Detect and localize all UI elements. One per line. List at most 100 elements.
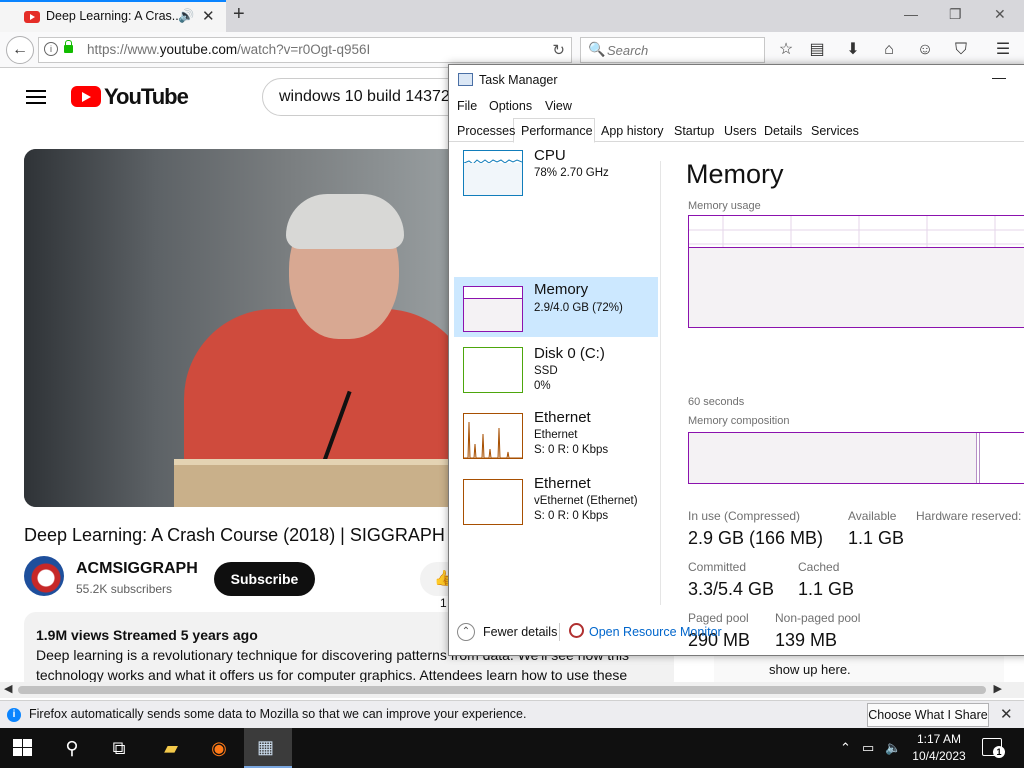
menu-options[interactable]: Options xyxy=(489,99,532,113)
hello-icon[interactable]: ☺ xyxy=(915,40,935,60)
video-frame-podium xyxy=(174,459,464,507)
cpu-mini-graph xyxy=(463,150,523,196)
scroll-right-icon[interactable]: ▶ xyxy=(994,682,1002,695)
resource-detail: 0% xyxy=(534,380,551,392)
menu-icon[interactable]: ☰ xyxy=(993,40,1013,60)
notification-bar: i Firefox automatically sends some data … xyxy=(0,700,1024,728)
bookmark-star-icon[interactable]: ☆ xyxy=(776,40,796,60)
tab-app-history[interactable]: App history xyxy=(601,124,664,138)
open-resource-monitor-link[interactable]: Open Resource Monitor xyxy=(589,625,722,639)
search-icon[interactable]: ⚲ xyxy=(59,736,85,760)
task-manager-window: Task Manager — File Options View Process… xyxy=(448,64,1024,656)
network-icon[interactable]: ▭ xyxy=(862,740,874,756)
guide-menu-icon[interactable] xyxy=(26,90,46,104)
youtube-logo-icon[interactable] xyxy=(71,86,101,107)
scrollbar-thumb[interactable] xyxy=(18,686,986,694)
resource-detail: SSD xyxy=(534,365,558,377)
url-text[interactable]: https://www.youtube.com/watch?v=r0Ogt-q9… xyxy=(87,42,370,57)
subscribe-button[interactable]: Subscribe xyxy=(214,562,315,596)
firefox-icon[interactable]: ◉ xyxy=(206,736,232,760)
browser-tab[interactable]: Deep Learning: A Cras... 🔊 ✕ xyxy=(0,0,226,32)
composition-in-use xyxy=(689,433,977,483)
resource-name: CPU xyxy=(534,147,566,164)
task-manager-taskbar-button[interactable]: ▦ xyxy=(244,728,292,768)
action-center-icon[interactable]: 1 xyxy=(982,738,1005,758)
video-player[interactable] xyxy=(24,149,464,507)
memory-heading: Memory xyxy=(686,159,784,189)
description-line: technology works and what it offers us f… xyxy=(36,667,628,683)
tab-details[interactable]: Details xyxy=(764,124,802,138)
like-count: 1 xyxy=(440,596,447,610)
tab-performance[interactable]: Performance xyxy=(521,124,593,138)
menu-view[interactable]: View xyxy=(545,99,572,113)
cached-value: 1.1 GB xyxy=(798,579,855,599)
tab-strip: Deep Learning: A Cras... 🔊 ✕ + — ❐ ✕ xyxy=(0,0,1024,32)
resource-detail: S: 0 R: 0 Kbps xyxy=(534,444,609,456)
memory-composition-bar xyxy=(688,432,1024,484)
downloads-icon[interactable]: ⬇ xyxy=(843,40,863,60)
resource-detail: Ethernet xyxy=(534,429,578,441)
tab-users[interactable]: Users xyxy=(724,124,757,138)
minimize-icon[interactable]: — xyxy=(904,6,918,22)
clock[interactable]: 1:17 AM 10/4/2023 xyxy=(906,731,972,765)
close-tab-icon[interactable]: ✕ xyxy=(202,7,215,25)
pocket-icon[interactable]: ⛉ xyxy=(951,40,971,60)
resource-monitor-icon xyxy=(569,623,584,638)
lock-icon[interactable] xyxy=(64,40,73,53)
reload-icon[interactable]: ↻ xyxy=(552,41,565,59)
resource-detail: S: 0 R: 0 Kbps xyxy=(534,510,609,522)
memory-usage-graph xyxy=(688,215,1024,328)
close-notification-icon[interactable]: ✕ xyxy=(1000,705,1013,723)
youtube-logo-text[interactable]: YouTube xyxy=(104,84,189,110)
vethernet-mini-graph xyxy=(463,479,523,525)
minimize-icon[interactable]: — xyxy=(992,69,1006,85)
show-hidden-icons-icon[interactable]: ⌃ xyxy=(840,740,851,756)
cached-label: Cached xyxy=(798,560,840,574)
resource-disk[interactable]: Disk 0 (C:) SSD 0% xyxy=(454,341,658,401)
restore-icon[interactable]: ❐ xyxy=(949,6,962,23)
seconds-label: 60 seconds xyxy=(688,396,745,408)
resource-vethernet[interactable]: Ethernet vEthernet (Ethernet) S: 0 R: 0 … xyxy=(454,473,658,533)
in-use-value: 2.9 GB (166 MB) xyxy=(688,528,824,548)
fewer-details-link[interactable]: Fewer details xyxy=(483,625,557,639)
tab-startup[interactable]: Startup xyxy=(674,124,714,138)
menu-file[interactable]: File xyxy=(457,99,477,113)
search-bar[interactable]: 🔍 Search xyxy=(580,37,765,63)
navigation-toolbar: ← i https://www.youtube.com/watch?v=r0Og… xyxy=(0,32,1024,68)
resource-detail: vEthernet (Ethernet) xyxy=(534,495,638,507)
task-manager-titlebar[interactable]: Task Manager — xyxy=(449,65,1024,95)
menu-bar: File Options View xyxy=(449,95,1024,117)
windows-start-icon[interactable] xyxy=(13,739,33,757)
volume-muted-icon[interactable]: 🔈 xyxy=(885,740,901,756)
home-icon[interactable]: ⌂ xyxy=(879,40,899,60)
resource-memory[interactable]: Memory 2.9/4.0 GB (72%) xyxy=(454,277,658,337)
resource-name: Ethernet xyxy=(534,475,591,492)
subscriber-count: 55.2K subscribers xyxy=(76,582,173,596)
resource-cpu[interactable]: CPU 78% 2.70 GHz xyxy=(454,143,658,203)
close-window-icon[interactable]: ✕ xyxy=(994,6,1006,23)
search-icon: 🔍 xyxy=(588,41,606,57)
new-tab-button[interactable]: + xyxy=(233,3,245,26)
in-use-label: In use (Compressed) xyxy=(688,509,801,523)
url-bar[interactable]: i https://www.youtube.com/watch?v=r0Ogt-… xyxy=(38,37,572,63)
info-icon[interactable]: i xyxy=(44,42,58,56)
channel-avatar[interactable] xyxy=(24,556,64,596)
info-icon: i xyxy=(7,708,21,722)
memory-usage-fill xyxy=(689,247,1024,327)
memory-usage-label: Memory usage xyxy=(688,200,761,212)
back-button[interactable]: ← xyxy=(6,36,34,64)
resource-detail: 78% 2.70 GHz xyxy=(534,167,609,179)
resource-ethernet[interactable]: Ethernet Ethernet S: 0 R: 0 Kbps xyxy=(454,407,658,467)
tab-processes[interactable]: Processes xyxy=(457,124,515,138)
tab-services[interactable]: Services xyxy=(811,124,859,138)
choose-what-i-share-button[interactable]: Choose What I Share xyxy=(867,703,989,727)
task-view-icon[interactable]: ⧉ xyxy=(106,736,132,760)
chevron-up-icon[interactable]: ⌃ xyxy=(457,623,475,641)
horizontal-scrollbar[interactable]: ◀ ▶ xyxy=(0,682,1024,698)
reading-list-icon[interactable]: ▤ xyxy=(807,40,827,60)
speaker-icon[interactable]: 🔊 xyxy=(178,8,194,24)
file-explorer-icon[interactable]: ▰ xyxy=(158,736,184,760)
channel-name[interactable]: ACMSIGGRAPH xyxy=(76,560,198,578)
scroll-left-icon[interactable]: ◀ xyxy=(4,682,12,695)
window-title: Task Manager xyxy=(479,73,558,87)
